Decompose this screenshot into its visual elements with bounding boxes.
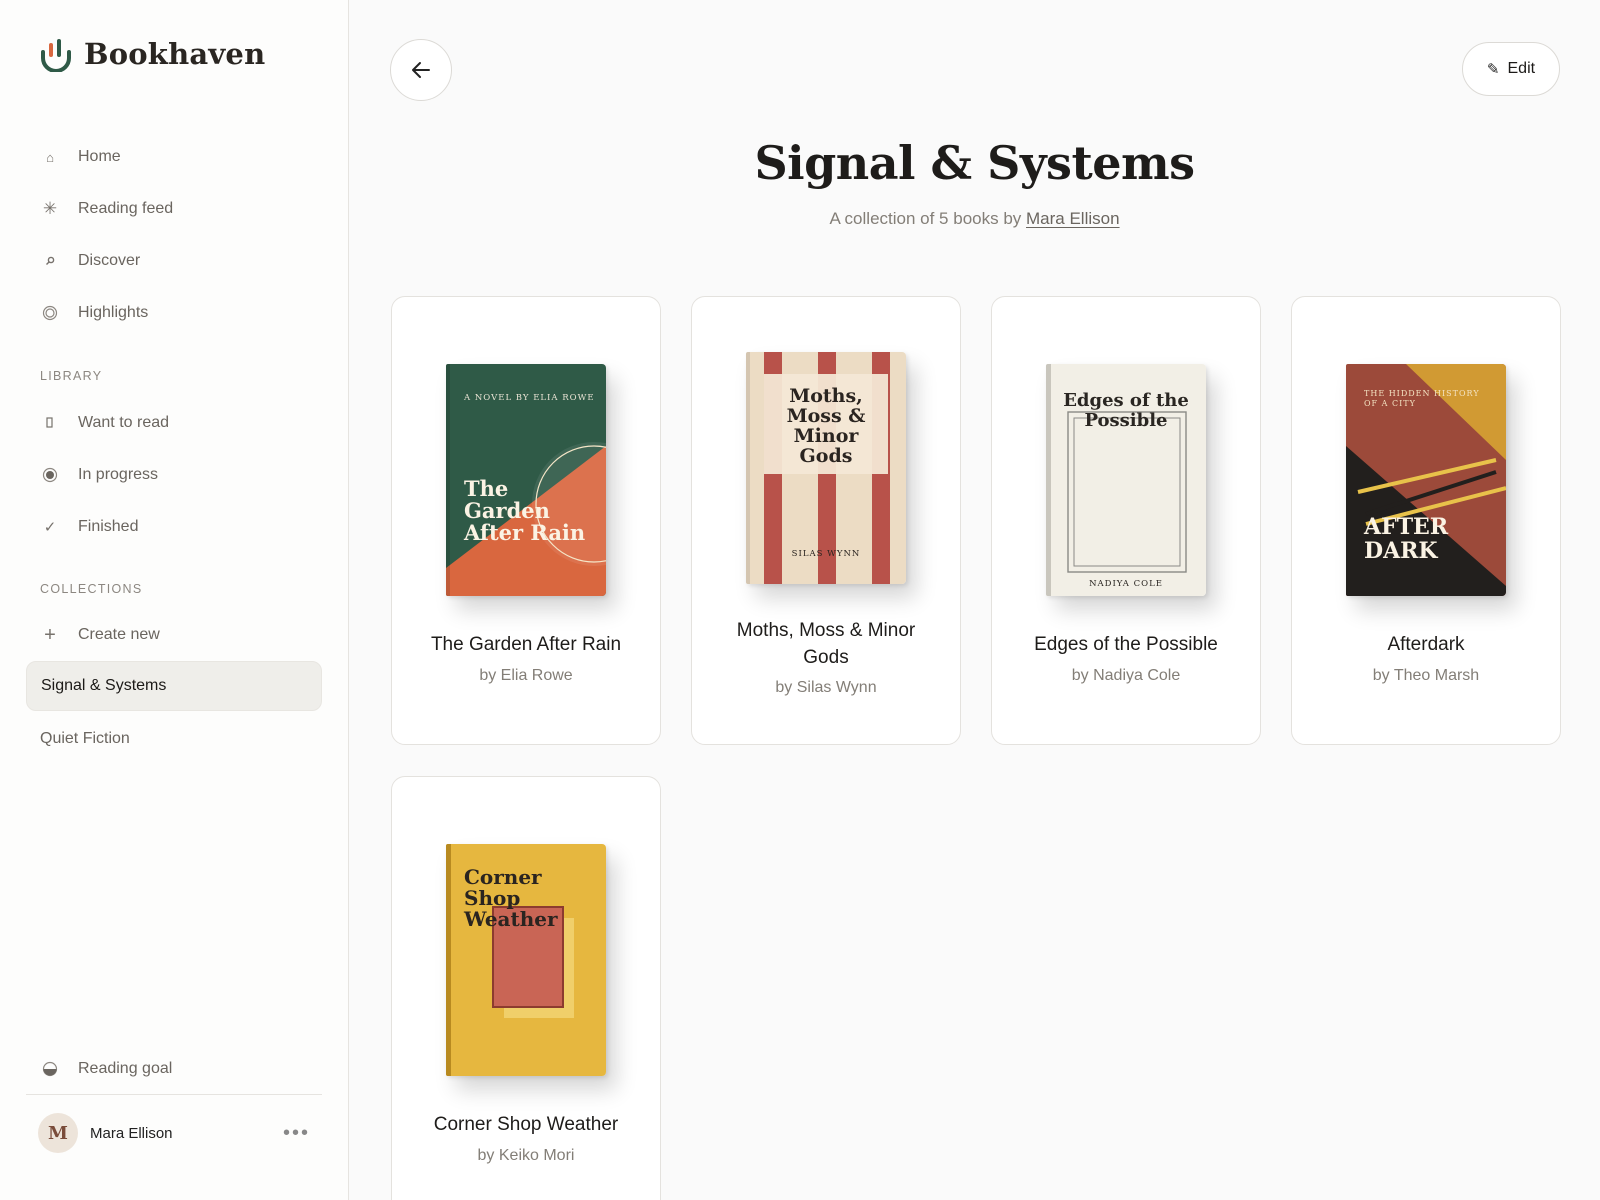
pencil-icon: ✎ [1486,61,1500,78]
book-card[interactable]: Moths, Moss & Minor Gods SILAS WYNN Moth… [691,296,961,745]
progress-icon [40,467,60,483]
collection-item-label: Quiet Fiction [40,730,130,747]
collection-item-quiet-fiction[interactable]: Quiet Fiction [26,714,322,764]
nav-item-label: Highlights [78,304,149,321]
nav-item-label: Reading goal [78,1060,173,1077]
nav-item-discover[interactable]: Discover [26,236,322,286]
cover-title-line: Gods [800,445,853,467]
nav-item-want-to-read[interactable]: Want to read [26,398,322,448]
home-icon: ⌂ [46,149,54,165]
check-icon: ✓ [43,519,57,536]
nav-item-label: Create new [78,626,160,643]
book-title: The Garden After Rain [430,634,622,655]
reading-goal[interactable]: Reading goal [26,1044,322,1094]
nav-item-label: Finished [78,518,139,535]
nav-item-home[interactable]: ⌂ Home [26,132,322,182]
cover-title-line: AFTER [1363,514,1449,540]
book-title: Edges of the Possible [1034,634,1218,655]
avatar: M [38,1113,78,1153]
cover-top-text: A NOVEL BY ELIA ROWE [463,393,595,403]
book-title: Moths, Moss & Minor Gods [736,620,916,668]
plus-icon: + [44,623,56,646]
book-card[interactable]: THE HIDDEN HISTORY OF A CITY AFTER DARK … [1291,296,1561,745]
library-heading: LIBRARY [40,369,103,383]
book-author: by Elia Rowe [479,667,573,684]
bookhaven-logo-icon [41,39,71,72]
cover-title-line: DARK [1364,538,1438,564]
nav-item-highlights[interactable]: Highlights [26,288,322,338]
cover-author-text: NADIYA COLE [1089,579,1163,589]
cover-title-line: Weather [463,907,558,931]
nav-item-in-progress[interactable]: In progress [26,450,322,500]
arrow-left-icon [412,62,430,78]
nav-item-label: Home [78,148,121,165]
collection-author-link[interactable]: Mara Ellison [1026,209,1120,228]
sidebar: Bookhaven ⌂ Home ✳ Reading feed Discover… [0,0,349,1200]
cover-author-text: SILAS WYNN [792,549,861,559]
cover-title-line: Possible [1084,410,1167,431]
book-cover: THE HIDDEN HISTORY OF A CITY AFTER DARK [1346,364,1506,596]
book-card[interactable]: A NOVEL BY ELIA ROWE The Garden After Ra… [391,296,661,745]
cover-art: Edges of the Possible NADIYA COLE [1046,364,1206,596]
user-profile[interactable]: M Mara Ellison ••• [38,1113,322,1153]
cover-art: Corner Shop Weather [446,844,606,1076]
search-icon [40,256,60,266]
app-name: Bookhaven [84,37,266,71]
cover-title-line: Moths, [789,385,863,407]
cover-top-text: THE HIDDEN HISTORY [1364,389,1480,398]
user-name: Mara Ellison [90,1124,173,1142]
subtitle-prefix: A collection of 5 books by [829,209,1022,228]
cover-top-text: OF A CITY [1364,399,1416,408]
create-collection-button[interactable]: + Create new [26,610,322,660]
cover-art: Moths, Moss & Minor Gods SILAS WYNN [746,352,906,584]
nav-item-reading-feed[interactable]: ✳ Reading feed [26,184,322,234]
book-cover: Edges of the Possible NADIYA COLE [1046,364,1206,596]
book-author: by Theo Marsh [1372,667,1480,684]
book-cover: Corner Shop Weather [446,844,606,1076]
brand[interactable]: Bookhaven [38,36,265,72]
book-author: by Keiko Mori [477,1147,575,1164]
highlight-icon [40,305,60,321]
collection-item-signal-systems[interactable]: Signal & Systems [26,661,322,711]
collection-item-label: Signal & Systems [41,677,167,694]
book-author: by Nadiya Cole [1071,667,1181,684]
more-options-icon[interactable]: ••• [283,1122,310,1145]
back-button[interactable] [390,39,452,101]
collection-subtitle: A collection of 5 books by Mara Ellison [349,209,1600,229]
nav-item-finished[interactable]: ✓ Finished [26,502,322,552]
book-cover: Moths, Moss & Minor Gods SILAS WYNN [746,352,906,584]
cover-art: THE HIDDEN HISTORY OF A CITY AFTER DARK [1346,364,1506,596]
goal-icon [40,1061,60,1077]
collections-heading: COLLECTIONS [40,582,143,596]
book-cover: A NOVEL BY ELIA ROWE The Garden After Ra… [446,364,606,596]
cover-title-line: Minor [794,425,860,447]
book-card[interactable]: Edges of the Possible NADIYA COLE Edges … [991,296,1261,745]
page-title: Signal & Systems [754,136,1195,190]
edit-button-label: Edit [1507,60,1536,77]
nav-item-label: Reading feed [78,200,174,217]
cover-title-line: Moss & [787,405,866,427]
book-title: Corner Shop Weather [433,1114,619,1135]
sparkle-icon: ✳ [42,199,58,218]
nav-item-label: Discover [78,252,141,269]
book-author: by Silas Wynn [775,679,877,696]
bookmark-icon [40,417,60,429]
cover-title-line: Edges of the [1063,390,1189,411]
cover-art: A NOVEL BY ELIA ROWE The Garden After Ra… [446,364,606,596]
cover-title-line: After Rain [463,520,585,545]
edit-button[interactable]: ✎ Edit [1462,42,1560,96]
nav-item-label: Want to read [78,414,170,431]
book-card[interactable]: Corner Shop Weather Corner Shop Weather … [391,776,661,1200]
sidebar-divider [26,1094,322,1095]
nav-item-label: In progress [78,466,159,483]
book-title: Afterdark [1387,634,1465,655]
